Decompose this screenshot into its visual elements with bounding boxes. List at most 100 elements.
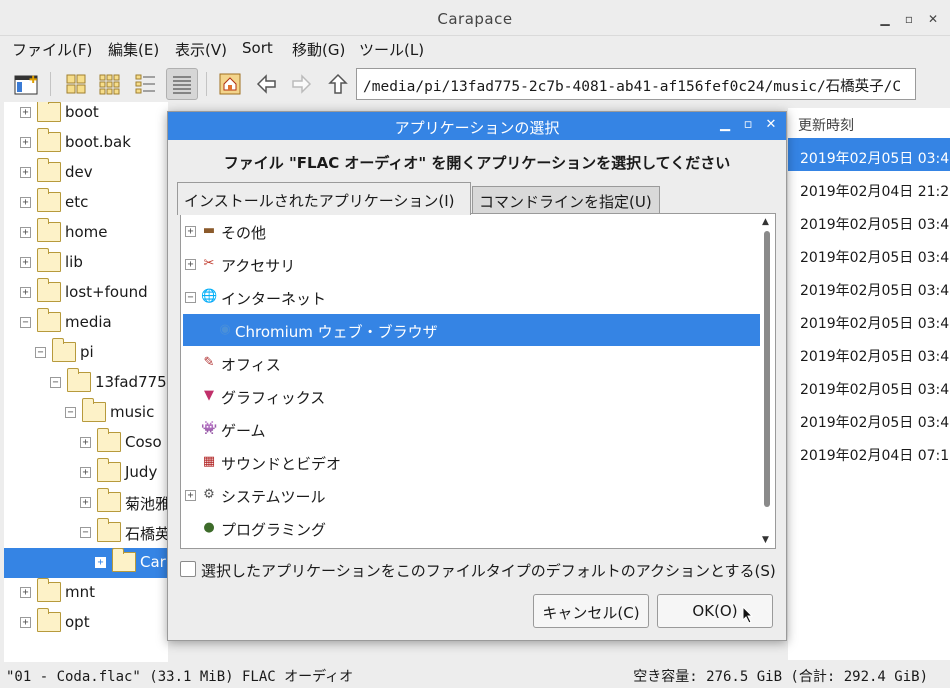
dialog-maximize-icon[interactable]: ▫: [741, 117, 755, 132]
menu-edit[interactable]: 編集(E): [108, 39, 159, 60]
tree-item[interactable]: + home: [4, 218, 168, 248]
app-list-item[interactable]: ▼ グラフィックス: [183, 380, 760, 412]
expand-icon[interactable]: +: [20, 197, 31, 208]
tree-item[interactable]: + Car: [4, 548, 168, 578]
expand-icon[interactable]: +: [20, 107, 31, 118]
tree-item[interactable]: + Coso: [4, 428, 168, 458]
file-row-modified[interactable]: 2019年02月04日 21:20: [788, 171, 950, 204]
new-window-icon[interactable]: ✚: [10, 68, 42, 100]
expand-icon[interactable]: +: [80, 497, 91, 508]
app-list-item[interactable]: 👾 ゲーム: [183, 413, 760, 445]
expand-icon[interactable]: +: [185, 490, 196, 501]
tree-item[interactable]: − 13fad775: [4, 368, 168, 398]
file-row-modified[interactable]: 2019年02月05日 03:43: [788, 204, 950, 237]
menu-go[interactable]: 移動(G): [292, 39, 345, 60]
icon-view-large-icon[interactable]: [60, 68, 92, 100]
tab-installed-apps[interactable]: インストールされたアプリケーション(I): [177, 182, 471, 215]
menu-file[interactable]: ファイル(F): [12, 39, 92, 60]
expand-icon[interactable]: +: [80, 437, 91, 448]
menu-tools[interactable]: ツール(L): [359, 39, 424, 60]
tree-item[interactable]: + boot.bak: [4, 128, 168, 158]
globe-icon: 🌐: [201, 289, 218, 304]
dialog-close-icon[interactable]: ✕: [764, 117, 778, 132]
app-list-item[interactable]: ▦ サウンドとビデオ: [183, 446, 760, 478]
expand-icon[interactable]: +: [20, 167, 31, 178]
app-list-item[interactable]: ● プログラミング: [183, 512, 760, 544]
folder-icon: [37, 158, 61, 182]
minimize-icon[interactable]: ▁: [878, 12, 892, 26]
expand-icon[interactable]: +: [20, 287, 31, 298]
collapse-icon[interactable]: −: [20, 317, 31, 328]
default-action-label[interactable]: 選択したアプリケーションをこのファイルタイプのデフォルトのアクションとする(S): [201, 560, 776, 581]
file-row-modified[interactable]: 2019年02月05日 03:43: [788, 402, 950, 435]
icon-view-small-icon[interactable]: [94, 68, 126, 100]
collapse-icon[interactable]: −: [35, 347, 46, 358]
column-header-modified[interactable]: 更新時刻: [790, 108, 950, 138]
app-list-item[interactable]: + ▬ その他: [183, 215, 760, 247]
tree-item[interactable]: + opt: [4, 608, 168, 638]
tree-item[interactable]: + dev: [4, 158, 168, 188]
expand-icon[interactable]: +: [185, 259, 196, 270]
tree-item[interactable]: + 菊池雅: [4, 488, 168, 518]
expand-icon[interactable]: +: [20, 227, 31, 238]
tree-item-label: media: [65, 313, 112, 331]
maximize-icon[interactable]: ▫: [902, 12, 916, 26]
file-row-modified[interactable]: 2019年02月05日 03:43: [788, 270, 950, 303]
file-row-modified[interactable]: 2019年02月05日 03:43: [788, 237, 950, 270]
app-list-label: プログラミング: [221, 521, 327, 539]
tree-item[interactable]: + lost+found: [4, 278, 168, 308]
tree-item[interactable]: − media: [4, 308, 168, 338]
up-arrow-icon[interactable]: [322, 68, 354, 100]
file-row-modified[interactable]: 2019年02月05日 03:43: [788, 138, 950, 171]
expand-icon[interactable]: +: [185, 226, 196, 237]
file-row-modified[interactable]: 2019年02月04日 07:12: [788, 435, 950, 468]
detail-list-view-icon[interactable]: [166, 68, 198, 100]
ok-button[interactable]: OK(O): [657, 594, 773, 628]
tree-item[interactable]: − pi: [4, 338, 168, 368]
expand-icon[interactable]: +: [20, 617, 31, 628]
home-icon[interactable]: [214, 68, 246, 100]
dialog-minimize-icon[interactable]: ▁: [718, 117, 732, 132]
tab-command-line[interactable]: コマンドラインを指定(U): [472, 186, 660, 214]
file-row-modified[interactable]: 2019年02月05日 03:43: [788, 303, 950, 336]
tree-item-label: Car: [140, 553, 166, 571]
tree-item[interactable]: − 石橋英: [4, 518, 168, 548]
collapse-icon[interactable]: −: [80, 527, 91, 538]
expand-icon[interactable]: +: [20, 257, 31, 268]
expand-icon[interactable]: +: [80, 467, 91, 478]
app-list-item[interactable]: ✎ オフィス: [183, 347, 760, 379]
collapse-icon[interactable]: −: [50, 377, 61, 388]
app-list-item[interactable]: − 🌐 インターネット: [183, 281, 760, 313]
collapse-icon[interactable]: −: [185, 292, 196, 303]
scroll-up-icon[interactable]: ▲: [762, 217, 769, 227]
tree-item[interactable]: + etc: [4, 188, 168, 218]
scroll-down-icon[interactable]: ▼: [762, 535, 769, 545]
app-list-item[interactable]: + ⚙ システムツール: [183, 479, 760, 511]
tree-item[interactable]: + lib: [4, 248, 168, 278]
app-list-item[interactable]: ◉ Chromium ウェブ・ブラウザ: [183, 314, 760, 346]
expand-icon[interactable]: +: [20, 137, 31, 148]
file-row-modified[interactable]: 2019年02月05日 03:43: [788, 369, 950, 402]
folder-icon: [37, 128, 61, 152]
tree-item[interactable]: + mnt: [4, 578, 168, 608]
close-icon[interactable]: ✕: [926, 12, 940, 26]
file-row-modified[interactable]: 2019年02月05日 03:43: [788, 336, 950, 369]
expand-icon[interactable]: +: [20, 587, 31, 598]
programming-icon: ●: [203, 520, 215, 535]
compact-view-icon[interactable]: [130, 68, 162, 100]
tree-item[interactable]: + boot: [4, 102, 168, 128]
tree-item[interactable]: − music: [4, 398, 168, 428]
app-list-item[interactable]: + ✂ アクセサリ: [183, 248, 760, 280]
cancel-button[interactable]: キャンセル(C): [533, 594, 649, 628]
app-list-scrollbar[interactable]: ▲ ▼: [760, 215, 774, 547]
menu-view[interactable]: 表示(V): [175, 39, 227, 60]
location-path-input[interactable]: /media/pi/13fad775-2c7b-4081-ab41-af156f…: [356, 68, 916, 100]
expand-icon[interactable]: +: [95, 557, 106, 568]
menu-sort[interactable]: Sort: [242, 39, 273, 57]
forward-arrow-icon[interactable]: [286, 68, 318, 100]
default-action-checkbox[interactable]: [180, 561, 196, 577]
back-arrow-icon[interactable]: [250, 68, 282, 100]
collapse-icon[interactable]: −: [65, 407, 76, 418]
tree-item[interactable]: + Judy: [4, 458, 168, 488]
scrollbar-thumb[interactable]: [764, 231, 770, 507]
